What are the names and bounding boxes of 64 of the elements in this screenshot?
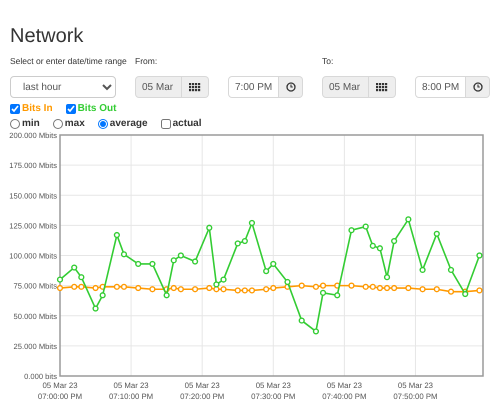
- data-point: [298, 282, 305, 289]
- data-point: [419, 266, 426, 274]
- mode-label: max: [64, 117, 85, 130]
- data-point: [135, 284, 142, 292]
- data-point: [405, 284, 412, 292]
- data-point: [78, 274, 84, 280]
- data-point: [384, 274, 390, 280]
- series-checkbox[interactable]: [66, 104, 76, 114]
- date-field[interactable]: 05 Mar: [322, 76, 369, 98]
- data-point: [92, 305, 99, 312]
- calendar-grid-icon: [189, 82, 201, 92]
- data-point: [56, 276, 64, 283]
- data-point: [192, 258, 198, 265]
- mode-label: actual: [172, 117, 202, 130]
- data-point: [434, 286, 440, 292]
- data-point: [362, 223, 369, 230]
- mode-label: min: [22, 117, 40, 130]
- clock-icon: [472, 82, 482, 92]
- mode-radio[interactable]: [52, 118, 63, 128]
- data-point: [149, 286, 156, 292]
- data-point: [312, 328, 320, 335]
- data-point: [248, 220, 256, 226]
- range-select[interactable]: last hour: [10, 76, 116, 98]
- data-point: [348, 227, 355, 234]
- data-point: [149, 260, 156, 268]
- data-point: [334, 282, 340, 289]
- clock-icon: [286, 82, 296, 92]
- series-label: Bits In: [22, 102, 53, 115]
- data-point: [56, 284, 64, 292]
- mode-radio[interactable]: [10, 118, 20, 128]
- time-field[interactable]: 8:00 PM: [415, 76, 466, 98]
- clock-button[interactable]: [279, 76, 303, 98]
- data-point: [348, 282, 355, 289]
- time-field[interactable]: 7:00 PM: [228, 76, 279, 98]
- data-point: [114, 232, 120, 238]
- date-field[interactable]: 05 Mar: [135, 76, 182, 98]
- calendar-button[interactable]: [182, 76, 209, 98]
- clock-button[interactable]: [466, 76, 490, 98]
- data-point: [120, 251, 128, 258]
- data-point: [476, 287, 483, 294]
- data-point: [135, 260, 142, 268]
- data-point: [405, 216, 412, 222]
- series-label: Bits Out: [78, 102, 116, 115]
- calendar-grid-icon: [376, 82, 388, 92]
- calendar-button[interactable]: [369, 76, 396, 98]
- data-point: [71, 264, 78, 271]
- data-point: [334, 292, 340, 298]
- data-point: [434, 230, 440, 237]
- data-point: [448, 288, 454, 295]
- to-label: To:: [322, 56, 334, 67]
- data-point: [192, 286, 198, 292]
- mode-label: average: [110, 117, 148, 130]
- data-point: [298, 317, 305, 324]
- mode-radio[interactable]: [98, 118, 108, 128]
- data-point: [419, 286, 426, 292]
- page-title: Network: [10, 24, 84, 48]
- data-point: [206, 224, 212, 231]
- data-point: [476, 252, 483, 259]
- range-label: Select or enter date/time range: [10, 56, 128, 67]
- data-point: [448, 266, 454, 274]
- data-point: [391, 238, 398, 244]
- series-checkbox[interactable]: [10, 104, 20, 114]
- mode-checkbox[interactable]: [160, 118, 171, 128]
- from-label: From:: [135, 56, 158, 67]
